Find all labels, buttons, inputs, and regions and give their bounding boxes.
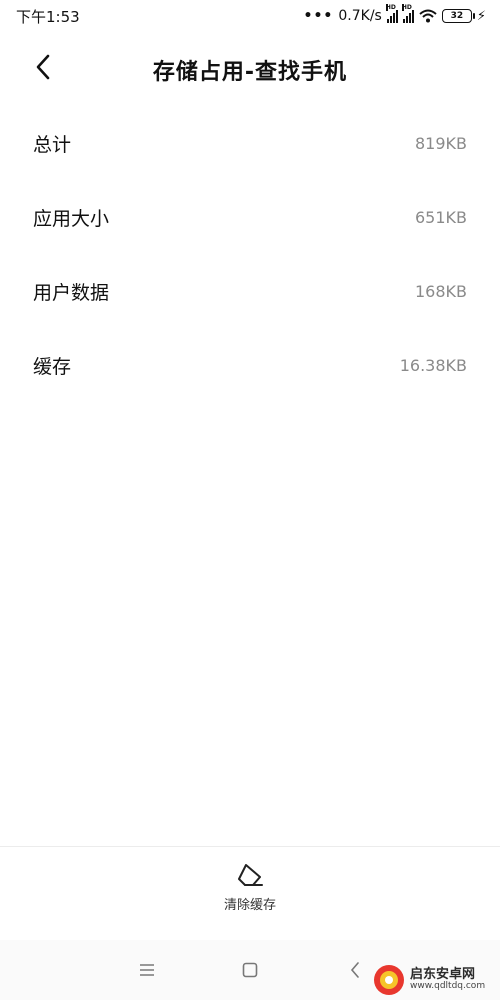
status-bar: 下午1:53 ••• 0.7K/s HD HD 32 ⚡: [0, 0, 500, 32]
row-label: 缓存: [33, 355, 72, 378]
chevron-left-icon: [350, 962, 359, 978]
battery-icon: 32: [441, 9, 475, 23]
screen: 下午1:53 ••• 0.7K/s HD HD 32 ⚡ 存储占用-查找手机 总…: [0, 0, 500, 1000]
wifi-icon: [419, 9, 437, 23]
row-value: 819KB: [414, 133, 467, 153]
storage-row-app-size: 应用大小 651KB: [0, 180, 500, 254]
charging-icon: ⚡: [476, 8, 486, 24]
watermark-logo-icon: [374, 965, 404, 995]
watermark-text: 启东安卓网 www.qdltdq.com: [410, 966, 486, 992]
row-value: 168KB: [414, 281, 467, 301]
home-square-icon: [242, 962, 258, 978]
watermark: 启东安卓网 www.qdltdq.com: [372, 960, 496, 1000]
status-icons: ••• 0.7K/s HD HD 32 ⚡: [303, 4, 486, 24]
eraser-icon: [238, 864, 263, 886]
watermark-url: www.qdltdq.com: [410, 981, 486, 992]
clear-cache-label: 清除缓存: [223, 898, 276, 913]
row-label: 用户数据: [33, 281, 110, 304]
more-notifications-icon: •••: [303, 8, 334, 24]
menu-button[interactable]: [135, 958, 159, 982]
storage-row-total: 总计 819KB: [0, 106, 500, 180]
watermark-name: 启东安卓网: [410, 966, 476, 982]
signal-icon-2: HD: [401, 4, 414, 23]
network-speed: 0.7K/s: [338, 8, 382, 24]
status-time: 下午1:53: [16, 7, 80, 26]
storage-row-cache: 缓存 16.38KB: [0, 328, 500, 402]
clear-cache-button[interactable]: 清除缓存: [190, 862, 310, 922]
home-button[interactable]: [238, 958, 262, 982]
bottom-divider: [0, 846, 500, 847]
row-label: 应用大小: [33, 207, 110, 230]
storage-list: 总计 819KB 应用大小 651KB 用户数据 168KB 缓存 16.38K…: [0, 106, 500, 402]
row-label: 总计: [33, 133, 72, 156]
menu-icon: [140, 964, 154, 976]
storage-row-user-data: 用户数据 168KB: [0, 254, 500, 328]
signal-icon: HD: [385, 4, 398, 23]
back-nav-button[interactable]: [343, 958, 367, 982]
row-value: 16.38KB: [399, 355, 467, 375]
row-value: 651KB: [414, 207, 467, 227]
page-title: 存储占用-查找手机: [152, 60, 348, 85]
title-bar: 存储占用-查找手机: [0, 40, 500, 96]
